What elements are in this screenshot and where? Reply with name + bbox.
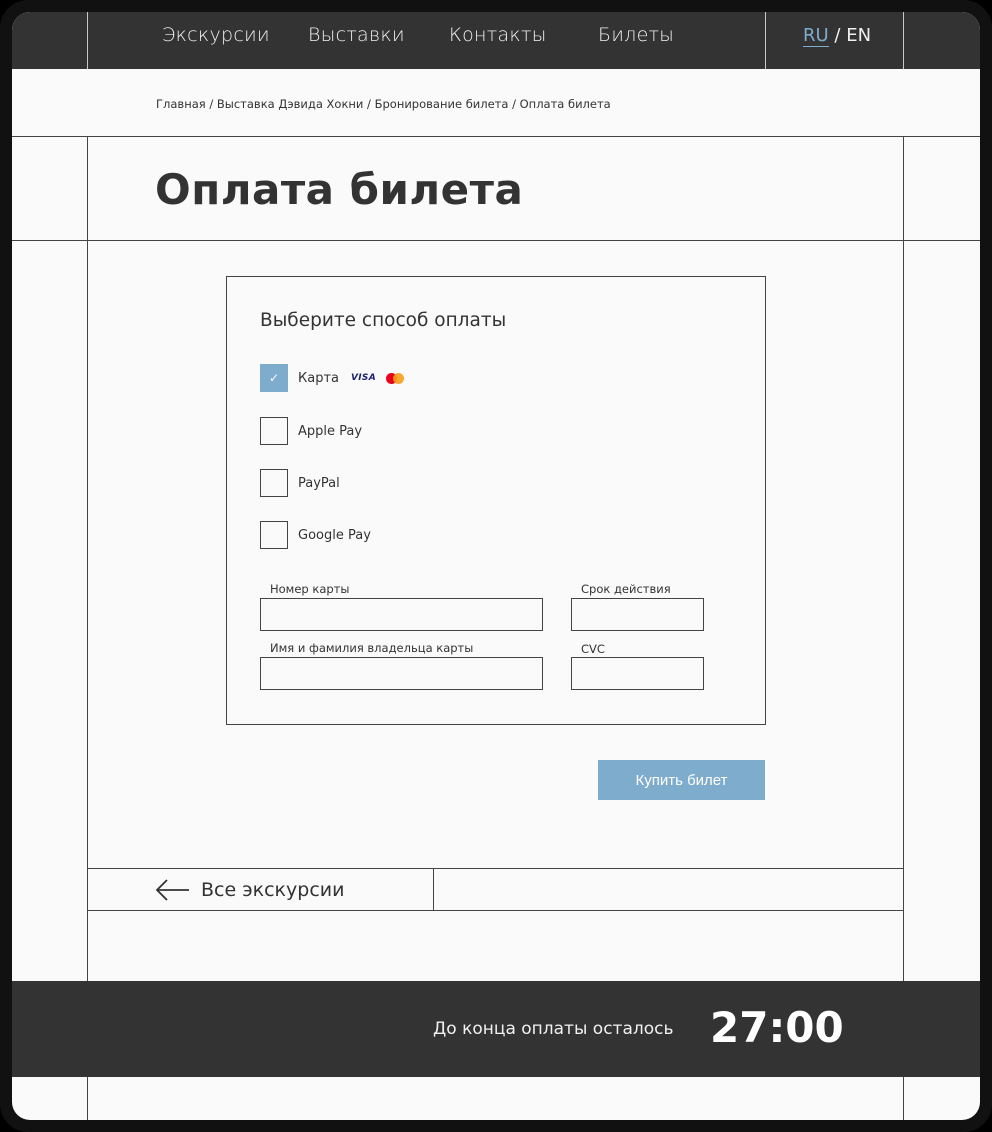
screen: Экскурсии Выставки Контакты Билеты RU / … bbox=[12, 12, 980, 1120]
cvc-label: CVC bbox=[581, 642, 605, 656]
checkbox-card[interactable]: ✓ bbox=[260, 364, 288, 392]
checkbox-google-pay[interactable] bbox=[260, 521, 288, 549]
nav-divider bbox=[765, 12, 766, 69]
payment-option-card[interactable]: ✓ Карта VISA bbox=[260, 364, 404, 392]
nav-item-excursions[interactable]: Экскурсии bbox=[162, 24, 270, 46]
breadcrumb-separator: / bbox=[205, 97, 217, 111]
device-frame: Экскурсии Выставки Контакты Билеты RU / … bbox=[0, 0, 992, 1132]
lang-ru-link[interactable]: RU bbox=[803, 25, 829, 47]
breadcrumb-current: Оплата билета bbox=[519, 97, 611, 111]
mastercard-icon bbox=[385, 372, 404, 384]
payment-timer-bar: До конца оплаты осталось 27:00 bbox=[12, 981, 980, 1077]
visa-icon: VISA bbox=[351, 373, 376, 383]
grid-line bbox=[87, 136, 88, 981]
nav-item-tickets[interactable]: Билеты bbox=[598, 24, 674, 46]
cvc-input[interactable] bbox=[571, 657, 704, 690]
breadcrumb-booking[interactable]: Бронирование билета bbox=[375, 97, 509, 111]
option-label: Apple Pay bbox=[298, 423, 363, 439]
payment-heading: Выберите способ оплаты bbox=[260, 310, 507, 331]
buy-ticket-button[interactable]: Купить билет bbox=[598, 760, 765, 800]
grid-line bbox=[433, 868, 434, 910]
breadcrumb-separator: / bbox=[508, 97, 520, 111]
grid-line bbox=[87, 1077, 88, 1120]
grid-line bbox=[903, 1077, 904, 1120]
breadcrumb: Главная / Выставка Дэвида Хокни / Бронир… bbox=[156, 97, 611, 111]
breadcrumb-home[interactable]: Главная bbox=[156, 97, 206, 111]
back-to-excursions-link[interactable]: Все экскурсии bbox=[155, 878, 344, 902]
arrow-left-icon bbox=[155, 879, 189, 901]
top-navigation: Экскурсии Выставки Контакты Билеты RU / … bbox=[12, 12, 980, 69]
nav-divider bbox=[87, 12, 88, 69]
nav-divider bbox=[903, 12, 904, 69]
payment-option-google-pay[interactable]: Google Pay bbox=[260, 521, 371, 549]
expiry-input[interactable] bbox=[571, 598, 704, 631]
breadcrumb-separator: / bbox=[363, 97, 375, 111]
grid-line bbox=[87, 868, 903, 869]
grid-line bbox=[12, 240, 980, 241]
language-switcher: RU / EN bbox=[803, 25, 871, 47]
checkbox-apple-pay[interactable] bbox=[260, 417, 288, 445]
card-number-label: Номер карты bbox=[270, 582, 350, 596]
grid-line bbox=[903, 136, 904, 981]
payment-option-apple-pay[interactable]: Apple Pay bbox=[260, 417, 362, 445]
lang-separator: / bbox=[828, 25, 847, 46]
option-label: Карта bbox=[298, 370, 339, 386]
lang-en-link[interactable]: EN bbox=[846, 25, 871, 46]
card-number-input[interactable] bbox=[260, 598, 543, 631]
holder-name-input[interactable] bbox=[260, 657, 543, 690]
nav-item-exhibitions[interactable]: Выставки bbox=[308, 24, 405, 46]
payment-form: Выберите способ оплаты ✓ Карта VISA Appl… bbox=[226, 276, 766, 725]
option-label: Google Pay bbox=[298, 527, 371, 543]
nav-item-contacts[interactable]: Контакты bbox=[449, 24, 547, 46]
page-title: Оплата билета bbox=[155, 165, 524, 214]
check-icon: ✓ bbox=[268, 371, 280, 385]
back-link-label: Все экскурсии bbox=[201, 879, 345, 901]
payment-option-paypal[interactable]: PayPal bbox=[260, 469, 340, 497]
grid-line bbox=[12, 136, 980, 137]
expiry-label: Срок действия bbox=[581, 582, 671, 596]
timer-label: До конца оплаты осталось bbox=[433, 1019, 674, 1039]
grid-line bbox=[87, 910, 903, 911]
checkbox-paypal[interactable] bbox=[260, 469, 288, 497]
breadcrumb-exhibition[interactable]: Выставка Дэвида Хокни bbox=[217, 97, 364, 111]
option-label: PayPal bbox=[298, 475, 340, 491]
holder-label: Имя и фамилия владельца карты bbox=[270, 641, 474, 655]
timer-value: 27:00 bbox=[710, 1003, 844, 1052]
